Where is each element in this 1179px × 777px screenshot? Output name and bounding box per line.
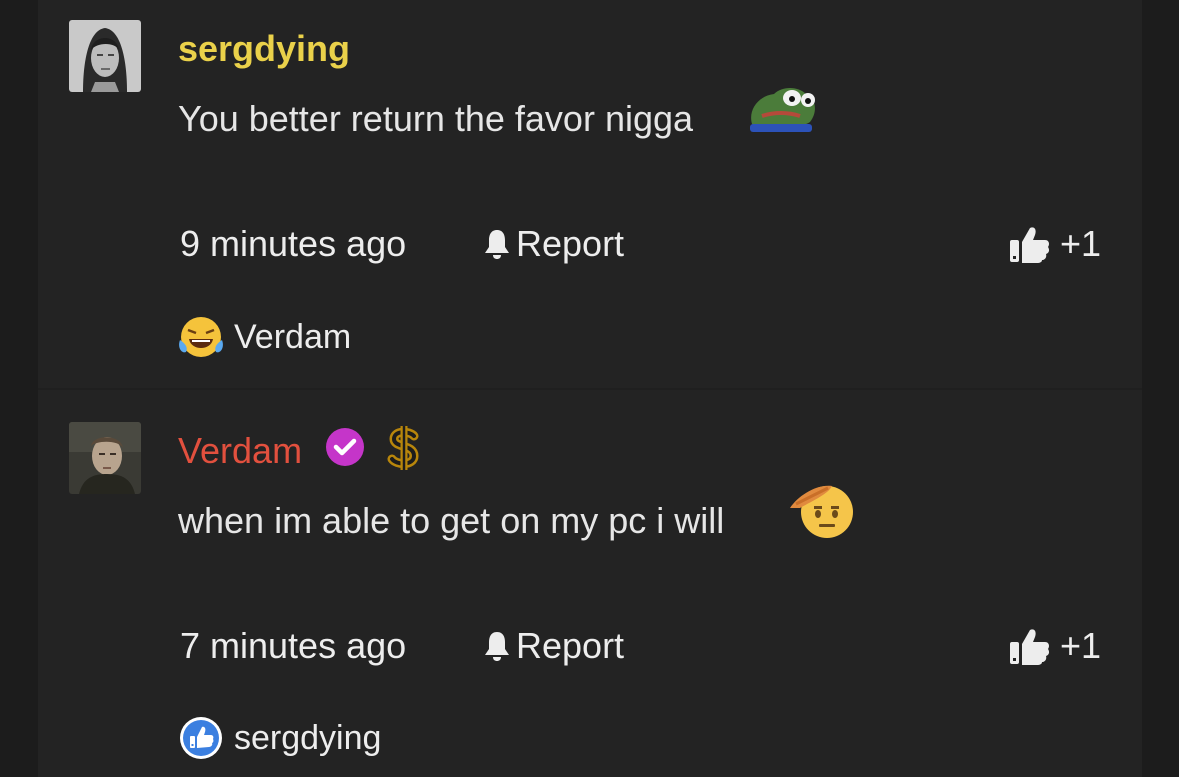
report-label: Report — [516, 223, 625, 264]
report-button[interactable]: Report — [482, 626, 624, 666]
report-label: Report — [516, 625, 625, 666]
avatar-portrait-icon — [69, 422, 141, 494]
username[interactable]: Verdam — [178, 431, 302, 471]
verified-check-icon — [326, 428, 364, 466]
username[interactable]: sergdying — [178, 29, 350, 69]
saluting-face-emoji — [790, 485, 853, 538]
bell-icon — [485, 632, 509, 661]
pepe-frog-emote — [750, 88, 815, 132]
like-button[interactable]: +1 — [1008, 224, 1101, 264]
like-count: +1 — [1060, 625, 1102, 666]
joy-tears-emoji — [179, 317, 223, 357]
comment-divider — [38, 388, 1142, 390]
reaction-row[interactable]: sergdying — [178, 715, 381, 761]
dollar-sign-icon — [387, 426, 419, 470]
avatar[interactable] — [69, 20, 141, 92]
comments-page: sergdying You better return the favor ni… — [0, 0, 1179, 777]
reaction-username: sergdying — [234, 719, 382, 757]
reaction-row[interactable]: Verdam — [178, 314, 351, 360]
avatar[interactable] — [69, 422, 141, 494]
avatar-portrait-icon — [69, 20, 141, 92]
like-button[interactable]: +1 — [1008, 626, 1101, 666]
reaction-username: Verdam — [234, 318, 352, 356]
thumbs-up-icon — [1010, 227, 1050, 263]
bell-icon — [485, 230, 509, 259]
thumbs-up-icon — [1010, 629, 1050, 665]
comment-text: when im able to get on my pc i will — [178, 500, 725, 541]
timestamp: 9 minutes ago — [180, 223, 407, 264]
timestamp: 7 minutes ago — [180, 625, 407, 666]
comment-text: You better return the favor nigga — [178, 98, 694, 139]
report-button[interactable]: Report — [482, 224, 624, 264]
like-count: +1 — [1060, 223, 1102, 264]
thumbs-up-reaction-icon — [180, 717, 222, 759]
